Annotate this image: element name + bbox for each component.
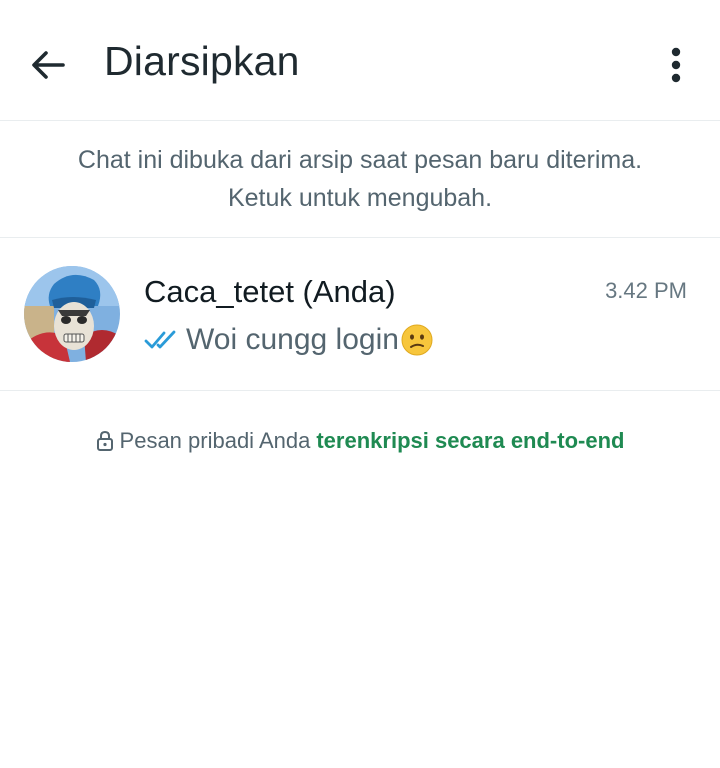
chat-timestamp: 3.42 PM [605, 278, 687, 303]
more-vertical-icon [671, 47, 681, 83]
app-bar: Diarsipkan [0, 0, 720, 121]
confused-face-emoji-icon [401, 324, 433, 356]
banner-text-line1: Chat ini dibuka dari arsip saat pesan ba… [77, 146, 643, 174]
more-options-button[interactable] [652, 40, 700, 90]
avatar[interactable] [24, 266, 120, 362]
chat-list-item[interactable]: Caca_tetet (Anda) 3.42 PM Woi cungg logi… [0, 238, 720, 391]
lock-icon [96, 430, 113, 451]
encryption-notice-text: Pesan pribadi Anda [119, 428, 311, 453]
arrow-left-icon [32, 51, 65, 79]
back-button[interactable] [20, 40, 76, 90]
encryption-info-link[interactable]: terenkripsi secara end-to-end [316, 428, 624, 454]
archive-settings-banner[interactable]: Chat ini dibuka dari arsip saat pesan ba… [0, 121, 720, 238]
chat-name: Caca_tetet (Anda) [144, 274, 396, 309]
page-title: Diarsipkan [104, 38, 300, 84]
double-check-icon [144, 330, 176, 349]
last-message-preview: Woi cungg login [144, 320, 433, 360]
avatar-image [24, 266, 120, 362]
banner-text-line2: Ketuk untuk mengubah. [227, 184, 493, 212]
encryption-notice: Pesan pribadi Anda terenkripsi secara en… [0, 424, 720, 458]
last-message-text: Woi cungg login [186, 323, 399, 356]
